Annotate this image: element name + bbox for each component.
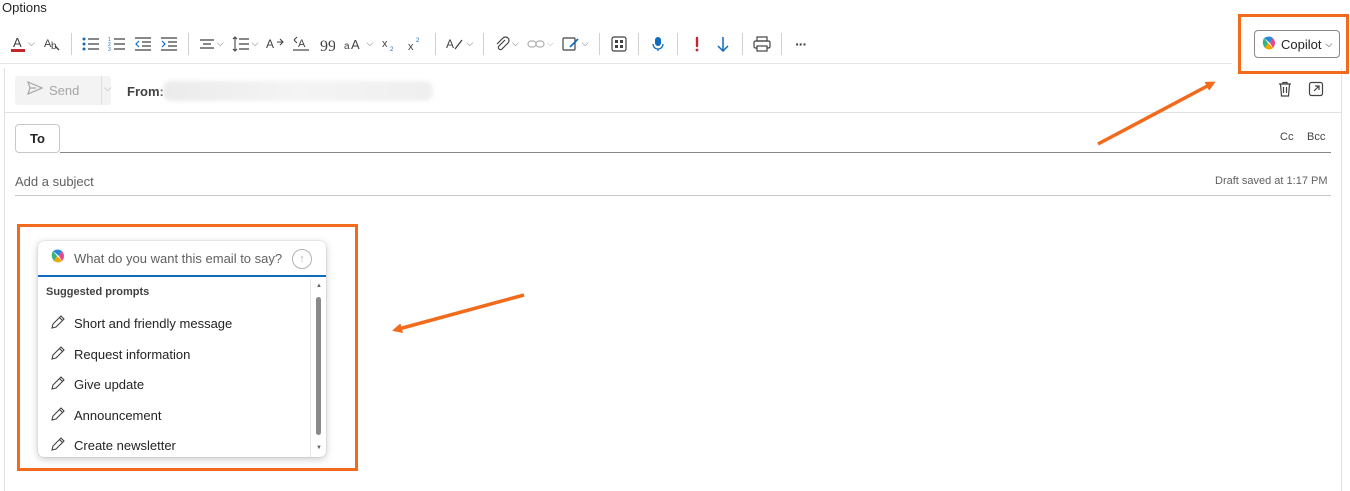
toolbar-divider xyxy=(637,32,639,55)
superscript-button[interactable]: x2 xyxy=(403,29,429,59)
dictate-icon xyxy=(651,36,665,52)
print-button[interactable] xyxy=(749,29,775,59)
subscript-button[interactable]: x2 xyxy=(377,29,403,59)
toolbar-divider xyxy=(187,32,189,55)
apps-icon xyxy=(611,35,627,52)
highlight-box-copilot-button xyxy=(1238,14,1349,74)
print-icon xyxy=(753,35,771,52)
editor-icon: A xyxy=(446,36,464,52)
svg-text:x: x xyxy=(408,41,414,52)
formatting-toolbar: A ⌵ Ab 123 ⌵ ⌵ A A 99 a A ⌵ x 2 x 2 A ⌵ … xyxy=(0,24,1232,64)
more-icon: ··· xyxy=(795,35,807,52)
pop-out-button[interactable] xyxy=(1305,80,1327,102)
apps-button[interactable] xyxy=(606,29,632,59)
signature-button[interactable]: ⌵ xyxy=(558,29,593,59)
toolbar-divider xyxy=(70,32,72,55)
highlight-box-copilot-panel xyxy=(17,224,358,471)
font-color-button[interactable]: A ⌵ xyxy=(6,29,39,59)
to-field[interactable] xyxy=(60,152,1331,153)
subscript-icon: x2 xyxy=(382,36,398,52)
svg-text:A: A xyxy=(351,37,360,51)
increase-indent-button[interactable] xyxy=(156,29,182,59)
send-divider xyxy=(101,76,102,105)
link-button[interactable]: ⌵ xyxy=(523,29,558,59)
numbering-button[interactable]: 123 xyxy=(104,29,130,59)
svg-text:A: A xyxy=(298,38,306,50)
from-address-redacted[interactable] xyxy=(163,81,433,101)
change-case-icon: aA xyxy=(344,37,364,51)
attach-icon xyxy=(494,35,510,52)
svg-text:2: 2 xyxy=(390,47,394,52)
align-icon xyxy=(199,37,215,51)
toolbar-divider xyxy=(676,32,678,55)
importance-high-icon xyxy=(692,36,702,52)
from-label: From: xyxy=(127,84,164,99)
numbering-icon: 123 xyxy=(108,36,126,52)
align-button[interactable]: ⌵ xyxy=(195,29,228,59)
toolbar-divider xyxy=(741,32,743,55)
toolbar-divider xyxy=(598,32,600,55)
toolbar-divider xyxy=(435,32,437,55)
link-icon xyxy=(527,38,545,50)
clear-format-button[interactable]: A xyxy=(288,29,314,59)
decrease-indent-button[interactable] xyxy=(130,29,156,59)
bullets-button[interactable] xyxy=(78,29,104,59)
format-painter-button[interactable]: Ab xyxy=(39,29,65,59)
toolbar-divider xyxy=(780,32,782,55)
send-icon xyxy=(27,80,44,100)
pop-out-icon xyxy=(1308,81,1324,102)
quote-button[interactable]: 99 xyxy=(314,29,340,59)
clear-format-icon: A xyxy=(292,36,310,52)
bullets-icon xyxy=(82,36,100,52)
importance-low-button[interactable] xyxy=(710,29,736,59)
to-button[interactable]: To xyxy=(15,124,60,153)
decrease-indent-icon xyxy=(134,36,152,52)
toolbar-divider xyxy=(483,32,485,55)
cc-button[interactable]: Cc xyxy=(1280,131,1293,143)
svg-text:3: 3 xyxy=(108,47,111,52)
bcc-button[interactable]: Bcc xyxy=(1307,131,1325,143)
svg-text:99: 99 xyxy=(320,38,335,51)
subject-input[interactable]: Add a subject xyxy=(15,174,94,189)
editor-button[interactable]: A ⌵ xyxy=(442,29,477,59)
importance-high-button[interactable] xyxy=(684,29,710,59)
chevron-down-icon[interactable]: ⌵ xyxy=(104,83,111,94)
styles-icon: A xyxy=(266,36,285,52)
increase-indent-icon xyxy=(160,36,178,52)
styles-button[interactable]: A xyxy=(262,29,288,59)
svg-text:2: 2 xyxy=(416,38,420,44)
quote-icon: 99 xyxy=(319,37,335,51)
svg-text:a: a xyxy=(344,41,350,51)
svg-text:A: A xyxy=(266,37,274,51)
draft-status: Draft saved at 1:17 PM xyxy=(1215,175,1328,187)
svg-text:A: A xyxy=(446,37,454,51)
format-painter-icon: Ab xyxy=(43,36,61,52)
trash-icon xyxy=(1277,81,1293,102)
superscript-icon: x2 xyxy=(408,36,424,52)
options-menu-tab[interactable]: Options xyxy=(2,0,47,16)
discard-button[interactable] xyxy=(1274,80,1296,102)
more-options-button[interactable]: ··· xyxy=(788,29,814,59)
outlook-compose-window: Options A ⌵ Ab 123 ⌵ ⌵ A A 99 a A ⌵ x 2 … xyxy=(0,0,1350,491)
dictate-button[interactable] xyxy=(645,29,671,59)
signature-icon xyxy=(562,36,580,52)
attach-button[interactable]: ⌵ xyxy=(490,29,523,59)
send-button[interactable]: Send ⌵ xyxy=(15,76,111,105)
svg-text:A: A xyxy=(13,35,22,50)
importance-low-icon xyxy=(716,36,730,52)
header-divider xyxy=(5,112,1341,113)
send-label: Send xyxy=(49,83,80,98)
subject-underline xyxy=(15,195,1331,196)
font-color-icon: A xyxy=(10,35,26,53)
line-spacing-button[interactable]: ⌵ xyxy=(228,29,263,59)
change-case-button[interactable]: aA ⌵ xyxy=(340,29,377,59)
line-spacing-icon xyxy=(232,35,250,52)
svg-text:x: x xyxy=(382,38,388,50)
